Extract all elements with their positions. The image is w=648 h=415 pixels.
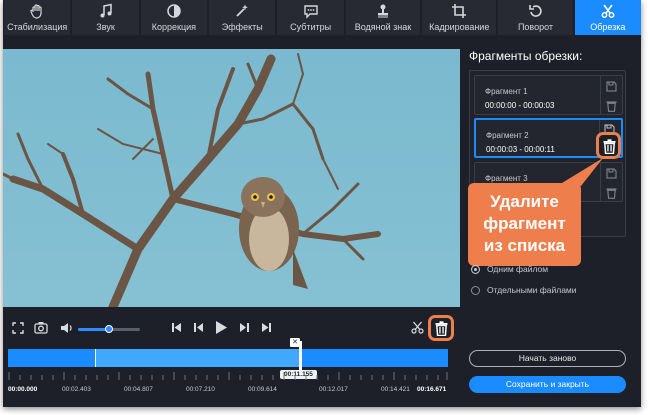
tab-label: Обрезка <box>590 22 626 32</box>
tab-label: Стабилизация <box>7 22 68 32</box>
tab-effects[interactable]: Эффекты <box>209 0 276 35</box>
delete-fragment-button-highlighted[interactable] <box>596 132 621 159</box>
tab-label: Поворот <box>517 22 554 32</box>
tab-label: Кадрирование <box>429 22 490 32</box>
save-and-close-button[interactable]: Сохранить и закрыть <box>469 376 626 393</box>
ruler-label: 00:00.000 <box>8 386 38 393</box>
fullscreen-icon[interactable] <box>12 322 24 334</box>
volume-slider[interactable] <box>78 325 140 333</box>
selected-segment[interactable] <box>95 349 302 367</box>
ruler-ticks <box>8 372 448 380</box>
scissors-icon <box>601 4 615 18</box>
tools-toolbar: Стабилизация Звук Коррекция Эффекты Субт… <box>3 0 641 37</box>
fragments-title: Фрагменты обрезки: <box>469 49 583 63</box>
crop-icon <box>452 4 467 18</box>
fragment-range: 00:00:03 - 00:00:11 <box>486 145 555 154</box>
option-label: Отдельными файлами <box>487 285 577 295</box>
fragment-actions <box>600 76 622 114</box>
radio-unselected[interactable] <box>471 285 480 295</box>
delete-segment-button[interactable] <box>428 315 454 341</box>
ruler-label: 00:09.614 <box>248 386 277 393</box>
callout-line: Удалите <box>490 192 559 211</box>
ruler-label: 00:02.403 <box>62 386 91 393</box>
tab-label: Субтитры <box>290 22 332 32</box>
restart-button[interactable]: Начать заново <box>469 350 626 367</box>
stamp-icon <box>377 4 388 18</box>
volume-knob[interactable] <box>105 325 113 333</box>
tab-subtitles[interactable]: Субтитры <box>277 0 344 35</box>
timeline-track[interactable] <box>8 349 448 367</box>
ruler-label: 00:04.807 <box>124 386 153 393</box>
contrast-icon <box>167 4 181 18</box>
tab-label: Эффекты <box>221 22 263 32</box>
delete-fragment-icon[interactable] <box>606 187 617 199</box>
music-note-icon <box>100 3 112 18</box>
radio-selected[interactable] <box>471 264 480 274</box>
video-preview <box>3 49 460 307</box>
speech-bubble-icon <box>303 5 318 19</box>
owl-on-branch-image <box>3 49 460 307</box>
trash-icon <box>435 321 448 336</box>
ruler-label: 00:12.017 <box>319 386 348 393</box>
ruler-label: 00:16.671 <box>417 386 447 393</box>
option-single-file[interactable]: Одним файлом <box>471 264 548 274</box>
callout-tooltip: Удалите фрагмент из списка <box>468 183 581 266</box>
tab-rotate[interactable]: Поворот <box>498 0 573 35</box>
tab-audio[interactable]: Звук <box>72 0 139 35</box>
option-label: Одним файлом <box>487 264 549 274</box>
tab-stabilization[interactable]: Стабилизация <box>4 0 71 35</box>
cut-scissors-icon[interactable] <box>411 321 424 334</box>
snapshot-camera-icon[interactable] <box>34 321 48 334</box>
tab-crop[interactable]: Кадрирование <box>422 0 497 35</box>
magic-wand-icon <box>236 4 249 17</box>
save-fragment-icon[interactable] <box>606 81 617 92</box>
tab-trim[interactable]: Обрезка <box>574 0 641 35</box>
ruler-label: 00:14.421 <box>381 386 410 393</box>
save-fragment-icon[interactable] <box>606 168 617 179</box>
tab-label: Звук <box>96 22 115 32</box>
hand-stabilize-icon <box>30 4 42 19</box>
trash-icon <box>603 139 616 154</box>
tab-correction[interactable]: Коррекция <box>140 0 208 35</box>
callout-line: из списка <box>483 236 566 255</box>
previous-frame-icon[interactable] <box>193 322 204 333</box>
delete-fragment-icon[interactable] <box>606 100 617 112</box>
ruler-label: 00:07.210 <box>186 386 215 393</box>
fragment-name: Фрагмент 2 <box>486 131 529 140</box>
fragment-range: 00:00:00 - 00:00:03 <box>485 101 555 110</box>
volume-icon[interactable] <box>60 322 74 334</box>
fragment-actions <box>600 163 622 201</box>
fragment-name: Фрагмент 3 <box>485 174 528 183</box>
callout-line: фрагмент <box>483 214 566 233</box>
playhead[interactable] <box>299 341 302 370</box>
tab-watermark[interactable]: Водяной знак <box>345 0 421 35</box>
app-window: Стабилизация Звук Коррекция Эффекты Субт… <box>3 0 641 407</box>
next-frame-icon[interactable] <box>239 322 250 333</box>
option-separate-files[interactable]: Отдельными файлами <box>471 285 577 295</box>
skip-to-end-icon[interactable] <box>261 322 272 333</box>
fragment-name: Фрагмент 1 <box>485 87 528 96</box>
play-icon[interactable] <box>215 320 228 335</box>
fragment-item[interactable]: Фрагмент 1 00:00:00 - 00:00:03 <box>474 75 623 115</box>
skip-to-start-icon[interactable] <box>171 322 182 333</box>
rotate-icon <box>528 5 542 17</box>
player-controls <box>3 314 460 342</box>
tab-label: Водяной знак <box>354 22 412 32</box>
timeline-ruler: 00:00.000 00:02.403 00:04.807 00:07.210 … <box>8 372 448 402</box>
tab-label: Коррекция <box>151 22 197 32</box>
